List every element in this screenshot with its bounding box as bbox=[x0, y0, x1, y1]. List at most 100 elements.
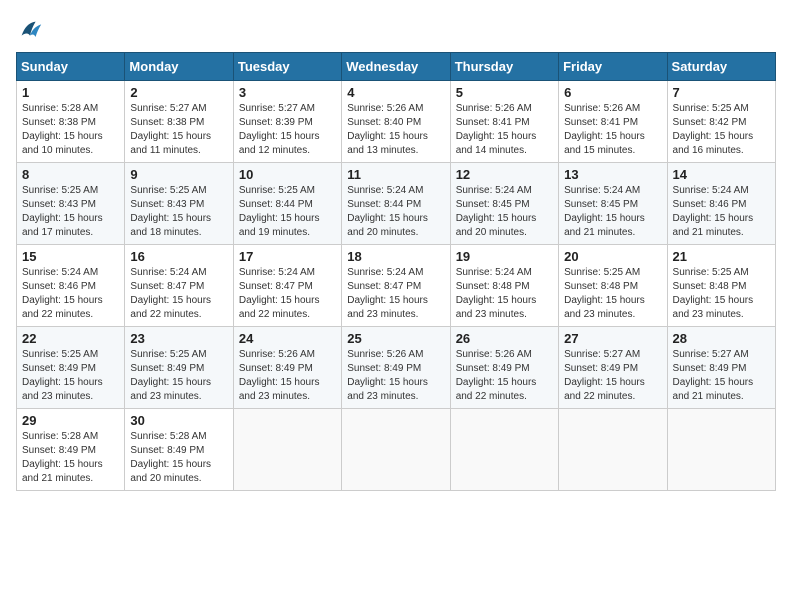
day-number: 8 bbox=[22, 167, 119, 182]
calendar-day-cell: 26 Sunrise: 5:26 AM Sunset: 8:49 PM Dayl… bbox=[450, 327, 558, 409]
calendar-day-cell: 30 Sunrise: 5:28 AM Sunset: 8:49 PM Dayl… bbox=[125, 409, 233, 491]
day-number: 25 bbox=[347, 331, 444, 346]
calendar-day-cell bbox=[233, 409, 341, 491]
day-content: Sunrise: 5:27 AM Sunset: 8:38 PM Dayligh… bbox=[130, 102, 227, 158]
calendar-day-cell: 1 Sunrise: 5:28 AM Sunset: 8:38 PM Dayli… bbox=[17, 81, 125, 163]
day-number: 27 bbox=[564, 331, 661, 346]
calendar-day-cell: 16 Sunrise: 5:24 AM Sunset: 8:47 PM Dayl… bbox=[125, 245, 233, 327]
calendar-day-cell: 13 Sunrise: 5:24 AM Sunset: 8:45 PM Dayl… bbox=[559, 163, 667, 245]
day-number: 20 bbox=[564, 249, 661, 264]
day-content: Sunrise: 5:24 AM Sunset: 8:44 PM Dayligh… bbox=[347, 184, 444, 240]
day-number: 15 bbox=[22, 249, 119, 264]
calendar-day-cell: 23 Sunrise: 5:25 AM Sunset: 8:49 PM Dayl… bbox=[125, 327, 233, 409]
day-number: 7 bbox=[673, 85, 770, 100]
day-content: Sunrise: 5:24 AM Sunset: 8:45 PM Dayligh… bbox=[456, 184, 553, 240]
day-content: Sunrise: 5:25 AM Sunset: 8:42 PM Dayligh… bbox=[673, 102, 770, 158]
day-number: 18 bbox=[347, 249, 444, 264]
day-of-week-header: Tuesday bbox=[233, 53, 341, 81]
day-number: 6 bbox=[564, 85, 661, 100]
day-number: 9 bbox=[130, 167, 227, 182]
day-of-week-header: Saturday bbox=[667, 53, 775, 81]
calendar-day-cell: 28 Sunrise: 5:27 AM Sunset: 8:49 PM Dayl… bbox=[667, 327, 775, 409]
day-of-week-header: Wednesday bbox=[342, 53, 450, 81]
calendar-day-cell: 25 Sunrise: 5:26 AM Sunset: 8:49 PM Dayl… bbox=[342, 327, 450, 409]
calendar-day-cell: 3 Sunrise: 5:27 AM Sunset: 8:39 PM Dayli… bbox=[233, 81, 341, 163]
calendar-day-cell: 6 Sunrise: 5:26 AM Sunset: 8:41 PM Dayli… bbox=[559, 81, 667, 163]
day-number: 5 bbox=[456, 85, 553, 100]
day-content: Sunrise: 5:24 AM Sunset: 8:47 PM Dayligh… bbox=[239, 266, 336, 322]
day-number: 14 bbox=[673, 167, 770, 182]
calendar-day-cell: 2 Sunrise: 5:27 AM Sunset: 8:38 PM Dayli… bbox=[125, 81, 233, 163]
calendar-day-cell: 21 Sunrise: 5:25 AM Sunset: 8:48 PM Dayl… bbox=[667, 245, 775, 327]
day-content: Sunrise: 5:25 AM Sunset: 8:44 PM Dayligh… bbox=[239, 184, 336, 240]
day-of-week-header: Friday bbox=[559, 53, 667, 81]
day-content: Sunrise: 5:28 AM Sunset: 8:38 PM Dayligh… bbox=[22, 102, 119, 158]
day-content: Sunrise: 5:24 AM Sunset: 8:47 PM Dayligh… bbox=[130, 266, 227, 322]
day-content: Sunrise: 5:27 AM Sunset: 8:39 PM Dayligh… bbox=[239, 102, 336, 158]
day-number: 1 bbox=[22, 85, 119, 100]
day-content: Sunrise: 5:24 AM Sunset: 8:48 PM Dayligh… bbox=[456, 266, 553, 322]
day-number: 4 bbox=[347, 85, 444, 100]
calendar-day-cell: 14 Sunrise: 5:24 AM Sunset: 8:46 PM Dayl… bbox=[667, 163, 775, 245]
day-number: 30 bbox=[130, 413, 227, 428]
day-content: Sunrise: 5:26 AM Sunset: 8:41 PM Dayligh… bbox=[564, 102, 661, 158]
page-header bbox=[16, 16, 776, 44]
calendar-day-cell bbox=[559, 409, 667, 491]
day-number: 23 bbox=[130, 331, 227, 346]
day-content: Sunrise: 5:27 AM Sunset: 8:49 PM Dayligh… bbox=[673, 348, 770, 404]
day-content: Sunrise: 5:26 AM Sunset: 8:49 PM Dayligh… bbox=[239, 348, 336, 404]
day-content: Sunrise: 5:24 AM Sunset: 8:45 PM Dayligh… bbox=[564, 184, 661, 240]
day-number: 11 bbox=[347, 167, 444, 182]
day-content: Sunrise: 5:25 AM Sunset: 8:43 PM Dayligh… bbox=[130, 184, 227, 240]
calendar-day-cell: 12 Sunrise: 5:24 AM Sunset: 8:45 PM Dayl… bbox=[450, 163, 558, 245]
calendar-day-cell: 22 Sunrise: 5:25 AM Sunset: 8:49 PM Dayl… bbox=[17, 327, 125, 409]
day-of-week-header: Thursday bbox=[450, 53, 558, 81]
day-number: 17 bbox=[239, 249, 336, 264]
calendar-week-row: 1 Sunrise: 5:28 AM Sunset: 8:38 PM Dayli… bbox=[17, 81, 776, 163]
day-content: Sunrise: 5:26 AM Sunset: 8:49 PM Dayligh… bbox=[347, 348, 444, 404]
calendar-day-cell: 9 Sunrise: 5:25 AM Sunset: 8:43 PM Dayli… bbox=[125, 163, 233, 245]
calendar-day-cell: 5 Sunrise: 5:26 AM Sunset: 8:41 PM Dayli… bbox=[450, 81, 558, 163]
calendar-day-cell bbox=[342, 409, 450, 491]
day-content: Sunrise: 5:24 AM Sunset: 8:47 PM Dayligh… bbox=[347, 266, 444, 322]
day-content: Sunrise: 5:26 AM Sunset: 8:49 PM Dayligh… bbox=[456, 348, 553, 404]
day-number: 10 bbox=[239, 167, 336, 182]
day-number: 29 bbox=[22, 413, 119, 428]
day-number: 16 bbox=[130, 249, 227, 264]
day-number: 22 bbox=[22, 331, 119, 346]
calendar-header-row: SundayMondayTuesdayWednesdayThursdayFrid… bbox=[17, 53, 776, 81]
day-content: Sunrise: 5:25 AM Sunset: 8:49 PM Dayligh… bbox=[130, 348, 227, 404]
day-content: Sunrise: 5:25 AM Sunset: 8:49 PM Dayligh… bbox=[22, 348, 119, 404]
calendar-day-cell: 27 Sunrise: 5:27 AM Sunset: 8:49 PM Dayl… bbox=[559, 327, 667, 409]
day-of-week-header: Sunday bbox=[17, 53, 125, 81]
day-number: 2 bbox=[130, 85, 227, 100]
calendar-day-cell: 4 Sunrise: 5:26 AM Sunset: 8:40 PM Dayli… bbox=[342, 81, 450, 163]
calendar-week-row: 15 Sunrise: 5:24 AM Sunset: 8:46 PM Dayl… bbox=[17, 245, 776, 327]
day-content: Sunrise: 5:26 AM Sunset: 8:41 PM Dayligh… bbox=[456, 102, 553, 158]
day-content: Sunrise: 5:25 AM Sunset: 8:48 PM Dayligh… bbox=[673, 266, 770, 322]
day-content: Sunrise: 5:27 AM Sunset: 8:49 PM Dayligh… bbox=[564, 348, 661, 404]
calendar-week-row: 22 Sunrise: 5:25 AM Sunset: 8:49 PM Dayl… bbox=[17, 327, 776, 409]
calendar-day-cell: 18 Sunrise: 5:24 AM Sunset: 8:47 PM Dayl… bbox=[342, 245, 450, 327]
calendar-day-cell bbox=[450, 409, 558, 491]
calendar-day-cell: 17 Sunrise: 5:24 AM Sunset: 8:47 PM Dayl… bbox=[233, 245, 341, 327]
logo-bird-icon bbox=[16, 16, 44, 44]
calendar-day-cell: 24 Sunrise: 5:26 AM Sunset: 8:49 PM Dayl… bbox=[233, 327, 341, 409]
calendar-day-cell: 10 Sunrise: 5:25 AM Sunset: 8:44 PM Dayl… bbox=[233, 163, 341, 245]
calendar-table: SundayMondayTuesdayWednesdayThursdayFrid… bbox=[16, 52, 776, 491]
day-of-week-header: Monday bbox=[125, 53, 233, 81]
calendar-day-cell: 7 Sunrise: 5:25 AM Sunset: 8:42 PM Dayli… bbox=[667, 81, 775, 163]
day-number: 3 bbox=[239, 85, 336, 100]
day-content: Sunrise: 5:28 AM Sunset: 8:49 PM Dayligh… bbox=[22, 430, 119, 486]
day-number: 21 bbox=[673, 249, 770, 264]
day-content: Sunrise: 5:25 AM Sunset: 8:43 PM Dayligh… bbox=[22, 184, 119, 240]
day-number: 26 bbox=[456, 331, 553, 346]
day-content: Sunrise: 5:26 AM Sunset: 8:40 PM Dayligh… bbox=[347, 102, 444, 158]
day-content: Sunrise: 5:28 AM Sunset: 8:49 PM Dayligh… bbox=[130, 430, 227, 486]
calendar-day-cell: 20 Sunrise: 5:25 AM Sunset: 8:48 PM Dayl… bbox=[559, 245, 667, 327]
day-content: Sunrise: 5:24 AM Sunset: 8:46 PM Dayligh… bbox=[673, 184, 770, 240]
day-number: 24 bbox=[239, 331, 336, 346]
day-number: 19 bbox=[456, 249, 553, 264]
calendar-day-cell bbox=[667, 409, 775, 491]
calendar-week-row: 8 Sunrise: 5:25 AM Sunset: 8:43 PM Dayli… bbox=[17, 163, 776, 245]
